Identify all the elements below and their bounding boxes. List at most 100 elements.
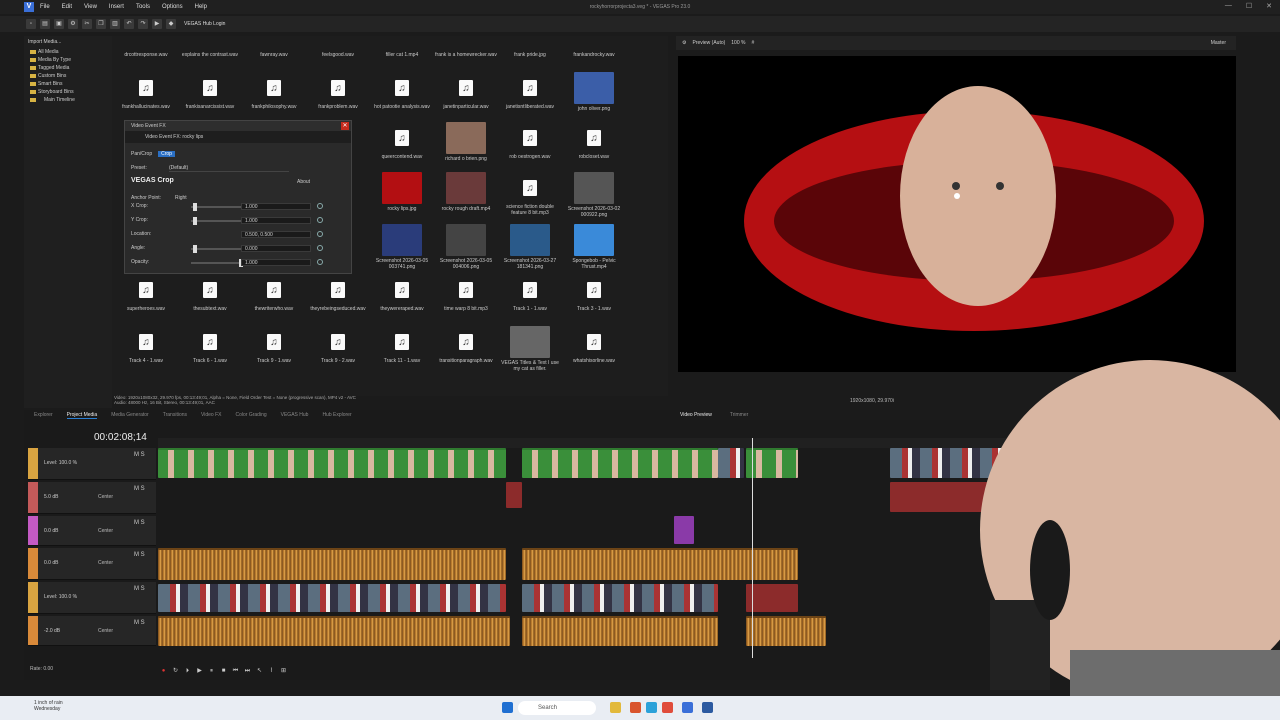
- tab-transitions[interactable]: Transitions: [163, 412, 187, 418]
- media-thumbnail[interactable]: Screenshot 2026-03-27 181341.png: [498, 224, 562, 275]
- anchor-select[interactable]: Right: [175, 195, 187, 201]
- prev-frame-icon[interactable]: ⏮: [232, 668, 239, 675]
- param-value-input[interactable]: 1.000: [241, 203, 311, 210]
- media-thumbnail[interactable]: ♫ whatshisorline.wav: [562, 326, 626, 377]
- menu-tools[interactable]: Tools: [136, 4, 150, 10]
- maximize-button[interactable]: ☐: [1246, 2, 1252, 10]
- tree-item-smart-bins[interactable]: Smart Bins: [24, 80, 112, 88]
- menu-help[interactable]: Help: [195, 4, 207, 10]
- preset-select[interactable]: (Default): [169, 165, 289, 172]
- hub-icon[interactable]: ◆: [166, 19, 176, 29]
- keyframe-icon[interactable]: [317, 245, 323, 251]
- media-thumbnail[interactable]: ♫ queercontend.wav: [370, 122, 434, 173]
- close-button[interactable]: ✕: [1266, 2, 1272, 10]
- media-thumbnail[interactable]: john oliver.png: [562, 72, 626, 123]
- audio-clip[interactable]: [522, 548, 798, 580]
- track-header[interactable]: 5.0 dB M S Center: [28, 482, 156, 514]
- media-thumbnail[interactable]: ♫ thesubtext.wav: [178, 274, 242, 325]
- tab-trimmer[interactable]: Trimmer: [730, 412, 748, 418]
- track-header[interactable]: Level: 100.0 % M S: [28, 582, 156, 614]
- snap-icon[interactable]: ⊞: [280, 668, 287, 675]
- param-value-input[interactable]: 1.000: [241, 217, 311, 224]
- tab-project-media[interactable]: Project Media: [66, 412, 98, 419]
- keyframe-icon[interactable]: [317, 259, 323, 265]
- weather-widget[interactable]: 1 inch of rain Wednesday: [34, 700, 63, 712]
- copy-icon[interactable]: ❐: [96, 19, 106, 29]
- audio-clip[interactable]: [158, 548, 506, 580]
- media-thumbnail[interactable]: ♫ rob oestrogen.wav: [498, 122, 562, 173]
- media-thumbnail[interactable]: ♫ superheroes.wav: [114, 274, 178, 325]
- track-header[interactable]: -2.0 dB M S Center: [28, 616, 156, 646]
- param-value-input[interactable]: 0.500, 0.500: [241, 231, 311, 238]
- taskbar-search[interactable]: Search: [518, 701, 596, 715]
- loop-icon[interactable]: ↻: [172, 668, 179, 675]
- video-clip[interactable]: [158, 448, 506, 478]
- keyframe-icon[interactable]: [317, 231, 323, 237]
- chrome-icon[interactable]: [662, 702, 673, 713]
- media-thumbnail[interactable]: Screenshot 2026-03-05 004006.png: [434, 224, 498, 275]
- undo-icon[interactable]: ↶: [124, 19, 134, 29]
- video-clip[interactable]: [746, 448, 798, 478]
- menu-options[interactable]: Options: [162, 4, 183, 10]
- param-slider[interactable]: [191, 245, 243, 253]
- video-clip[interactable]: [522, 448, 718, 478]
- mute-solo-buttons[interactable]: M S: [134, 620, 145, 626]
- save-icon[interactable]: ▣: [54, 19, 64, 29]
- track-header[interactable]: Level: 100.0 % M S: [28, 448, 156, 480]
- audio-clip[interactable]: [746, 616, 826, 646]
- slider-knob[interactable]: [193, 245, 198, 253]
- import-media-button[interactable]: Import Media...: [28, 39, 61, 45]
- media-thumbnail[interactable]: ♫ theywereraped.wav: [370, 274, 434, 325]
- media-thumbnail[interactable]: ♫ frankisanarcissist.wav: [178, 72, 242, 123]
- menu-view[interactable]: View: [84, 4, 97, 10]
- media-thumbnail[interactable]: ♫ janetinparticular.wav: [434, 72, 498, 123]
- mute-solo-buttons[interactable]: M S: [134, 520, 145, 526]
- preview-mode-select[interactable]: Preview (Auto): [692, 40, 725, 46]
- tree-item-all-media[interactable]: All Media: [24, 48, 112, 56]
- split-icon[interactable]: ⌇: [268, 668, 275, 675]
- media-thumbnail[interactable]: rocky lips.jpg: [370, 172, 434, 223]
- fx-chain-pancrop[interactable]: Pan/Crop: [131, 151, 152, 157]
- pause-icon[interactable]: ⏸: [208, 668, 215, 675]
- stop-icon[interactable]: ■: [220, 668, 227, 675]
- slider-knob[interactable]: [193, 217, 198, 225]
- play-icon[interactable]: ▶: [196, 668, 203, 675]
- render-icon[interactable]: ▶: [152, 19, 162, 29]
- menu-insert[interactable]: Insert: [109, 4, 124, 10]
- param-slider[interactable]: [191, 259, 243, 267]
- param-value-input[interactable]: 0.000: [241, 245, 311, 252]
- redo-icon[interactable]: ↷: [138, 19, 148, 29]
- keyframe-icon[interactable]: [317, 217, 323, 223]
- video-clip[interactable]: [746, 584, 798, 612]
- vegas-taskbar-icon[interactable]: [682, 702, 693, 713]
- audio-clip[interactable]: [506, 482, 522, 508]
- cut-icon[interactable]: ✂: [82, 19, 92, 29]
- media-thumbnail[interactable]: ♫ theyrebeingseduced.wav: [306, 274, 370, 325]
- tab-video-preview[interactable]: Video Preview: [680, 412, 712, 418]
- properties-icon[interactable]: ⚙: [68, 19, 78, 29]
- menu-file[interactable]: File: [40, 4, 50, 10]
- tab-color-grading[interactable]: Color Grading: [236, 412, 267, 418]
- record-icon[interactable]: ●: [160, 668, 167, 675]
- media-thumbnail[interactable]: ♫ Track 9 - 1.wav: [242, 326, 306, 377]
- media-thumbnail[interactable]: ♫ thewriterwho.wav: [242, 274, 306, 325]
- keyframe-icon[interactable]: [317, 203, 323, 209]
- media-thumbnail[interactable]: ♫ Track 6 - 1.wav: [178, 326, 242, 377]
- media-thumbnail[interactable]: ♫ Track 9 - 2.wav: [306, 326, 370, 377]
- video-clip[interactable]: [158, 584, 506, 612]
- edge-icon[interactable]: [646, 702, 657, 713]
- track-header[interactable]: 0.0 dB M S Center: [28, 516, 156, 546]
- new-project-icon[interactable]: ▫: [26, 19, 36, 29]
- start-icon[interactable]: [502, 702, 513, 713]
- video-clip[interactable]: [718, 448, 744, 478]
- audio-clip[interactable]: [158, 616, 510, 646]
- media-thumbnail[interactable]: ♫ Track 4 - 1.wav: [114, 326, 178, 377]
- media-thumbnail[interactable]: rocky rough draft.mp4: [434, 172, 498, 223]
- media-thumbnail[interactable]: ♫ frankphilosophy.wav: [242, 72, 306, 123]
- mute-solo-buttons[interactable]: M S: [134, 552, 145, 558]
- param-slider[interactable]: [191, 203, 243, 211]
- tab-explorer[interactable]: Explorer: [34, 412, 53, 418]
- play-from-start-icon[interactable]: ⏵: [184, 668, 191, 675]
- media-thumbnail[interactable]: VEGAS Titles & Text I use my cat as fill…: [498, 326, 562, 377]
- audio-clip[interactable]: [674, 516, 694, 544]
